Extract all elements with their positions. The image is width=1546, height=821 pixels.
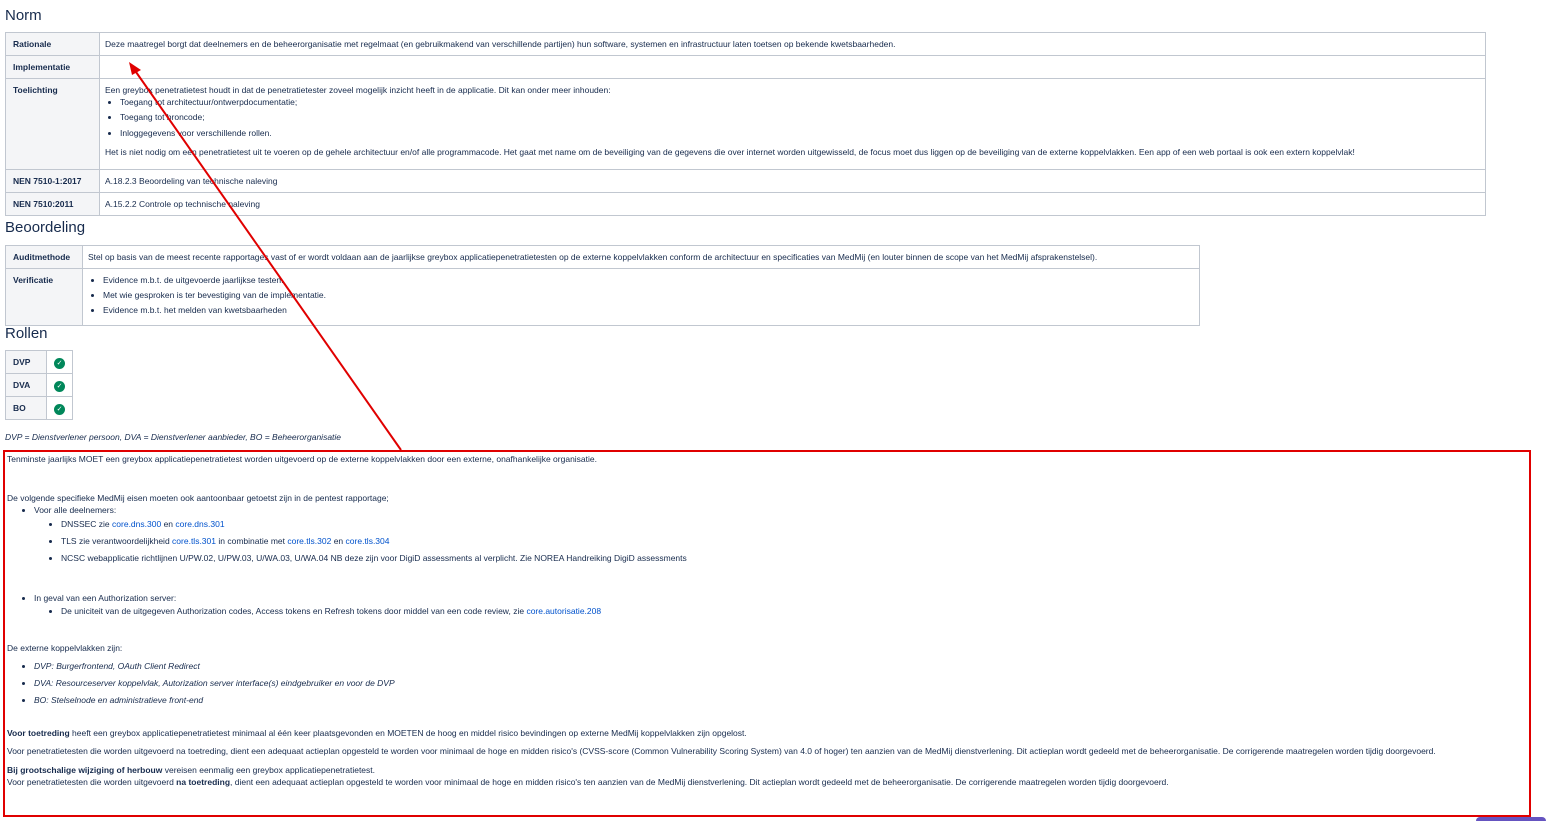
all-participants-label: Voor alle deelnemers: <box>34 505 117 516</box>
table-row: Verificatie Evidence m.b.t. de uitgevoer… <box>5 268 1200 326</box>
table-row: Rationale Deze maatregel borgt dat deeln… <box>5 32 1486 56</box>
wijziging-rest: vereisen eenmalig een greybox applicatie… <box>162 764 376 775</box>
scroll-indicator[interactable] <box>1476 817 1546 821</box>
toetreding-bold: Voor toetreding <box>7 728 70 739</box>
list-item: Toegang tot architectuur/ontwerpdocument… <box>120 97 1480 107</box>
table-row: DVP ✓ <box>5 350 73 374</box>
table-row: Auditmethode Stel op basis van de meest … <box>5 245 1200 269</box>
role-dva-status: ✓ <box>46 373 73 397</box>
last-paragraph: Voor penetratietesten die worden uitgevo… <box>7 777 1529 787</box>
link-core-dns-300[interactable]: core.dns.300 <box>112 519 161 529</box>
wijziging-bold: Bij grootschalige wijziging of herbouw <box>7 764 163 775</box>
toelichting-list: Toegang tot architectuur/ontwerpdocument… <box>105 97 1480 138</box>
last-rest: , dient een adequaat actieplan opgesteld… <box>230 776 1169 787</box>
link-core-autorisatie-208[interactable]: core.autorisatie.208 <box>526 606 601 616</box>
rationale-text: Deze maatregel borgt dat deelnemers en d… <box>99 32 1486 56</box>
tls-and: en <box>333 535 344 546</box>
role-bo: BO <box>5 396 47 420</box>
verificatie-list: Evidence m.b.t. de uitgevoerde jaarlijks… <box>88 275 1194 316</box>
list-item: Evidence m.b.t. de uitgevoerde jaarlijks… <box>103 275 1194 285</box>
row-label-nen2011: NEN 7510:2011 <box>5 192 100 216</box>
dnssec-prefix: DNSSEC zie <box>61 518 110 529</box>
annotation-box: Tenminste jaarlijks MOET een greybox app… <box>3 450 1531 817</box>
requirements-list: Voor alle deelnemers: DNSSEC zie core.dn… <box>7 505 1529 616</box>
auth-text: De uniciteit van de uitgegeven Authoriza… <box>61 606 525 617</box>
rollen-table: DVP ✓ DVA ✓ BO ✓ <box>5 350 73 420</box>
auth-server-label: In geval van een Authorization server: <box>34 593 177 604</box>
annotation-p1: Tenminste jaarlijks MOET een greybox app… <box>7 454 598 464</box>
check-circle-icon: ✓ <box>54 404 65 415</box>
table-row: Toelichting Een greybox penetratietest h… <box>5 78 1486 170</box>
link-core-tls-302[interactable]: core.tls.302 <box>287 536 331 546</box>
list-item: Evidence m.b.t. het melden van kwetsbaar… <box>103 305 1194 315</box>
role-dvp-status: ✓ <box>46 350 73 374</box>
norm-heading: Norm <box>5 7 42 24</box>
table-row: NEN 7510-1:2017 A.18.2.3 Beoordeling van… <box>5 169 1486 193</box>
row-label-nen2017: NEN 7510-1:2017 <box>5 169 100 193</box>
link-core-tls-301[interactable]: core.tls.301 <box>172 536 216 546</box>
list-item: TLS zie verantwoordelijkheid core.tls.30… <box>61 536 1529 546</box>
verificatie-cell: Evidence m.b.t. de uitgevoerde jaarlijks… <box>82 268 1200 326</box>
role-dva: DVA <box>5 373 47 397</box>
koppel-heading: De externe koppelvlakken zijn: <box>7 642 123 653</box>
toetreding-rest: heeft een greybox applicatiepenetratiete… <box>69 728 747 739</box>
row-label-implementatie: Implementatie <box>5 55 100 79</box>
toelichting-intro: Een greybox penetratietest houdt in dat … <box>105 85 611 95</box>
koppel-list: DVP: Burgerfrontend, OAuth Client Redire… <box>7 661 1529 706</box>
dnssec-and: en <box>163 518 174 529</box>
table-row: Implementatie <box>5 55 1486 79</box>
na-toetreding-paragraph: Voor penetratietesten die worden uitgevo… <box>7 746 1436 757</box>
row-label-verificatie: Verificatie <box>5 268 83 326</box>
check-circle-icon: ✓ <box>54 358 65 369</box>
auth-list: De uniciteit van de uitgegeven Authoriza… <box>34 606 1529 616</box>
table-row: BO ✓ <box>5 396 73 420</box>
nen2011-text: A.15.2.2 Controle op technische naleving <box>99 192 1486 216</box>
link-core-tls-304[interactable]: core.tls.304 <box>346 536 390 546</box>
norm-table: Rationale Deze maatregel borgt dat deeln… <box>5 32 1486 216</box>
toelichting-outro: Het is niet nodig om een penetratietest … <box>105 146 1355 157</box>
row-label-toelichting: Toelichting <box>5 78 100 170</box>
list-item: In geval van een Authorization server: D… <box>34 593 1529 616</box>
list-item: Toegang tot broncode; <box>120 112 1480 122</box>
tls-prefix: TLS zie verantwoordelijkheid <box>61 535 170 546</box>
list-item: Met wie gesproken is ter bevestiging van… <box>103 290 1194 300</box>
link-core-dns-301[interactable]: core.dns.301 <box>175 519 224 529</box>
check-circle-icon: ✓ <box>54 381 65 392</box>
nen2017-text: A.18.2.3 Beoordeling van technische nale… <box>99 169 1486 193</box>
list-item: BO: Stelselnode en administratieve front… <box>34 695 1529 705</box>
list-item: DVA: Resourceserver koppelvlak, Autoriza… <box>34 678 1529 688</box>
row-label-rationale: Rationale <box>5 32 100 56</box>
beoordeling-heading: Beoordeling <box>5 219 86 236</box>
list-item: Voor alle deelnemers: DNSSEC zie core.dn… <box>34 505 1529 563</box>
tls-mid: in combinatie met <box>218 535 285 546</box>
list-item: De uniciteit van de uitgegeven Authoriza… <box>61 606 1529 616</box>
table-row: NEN 7510:2011 A.15.2.2 Controle op techn… <box>5 192 1486 216</box>
beoordeling-table: Auditmethode Stel op basis van de meest … <box>5 245 1200 326</box>
role-dvp: DVP <box>5 350 47 374</box>
rollen-legend: DVP = Dienstverlener persoon, DVA = Dien… <box>5 432 342 442</box>
list-item: Inloggegevens voor verschillende rollen. <box>120 128 1480 138</box>
implementatie-text <box>99 55 1486 79</box>
list-item: DNSSEC zie core.dns.300 en core.dns.301 <box>61 519 1529 529</box>
table-row: DVA ✓ <box>5 373 73 397</box>
toelichting-cell: Een greybox penetratietest houdt in dat … <box>99 78 1486 170</box>
annotation-p2: De volgende specifieke MedMij eisen moet… <box>7 493 389 504</box>
rollen-heading: Rollen <box>5 325 48 342</box>
wijziging-paragraph: Bij grootschalige wijziging of herbouw v… <box>7 765 1529 775</box>
last-bold: na toetreding <box>176 776 231 787</box>
role-bo-status: ✓ <box>46 396 73 420</box>
participant-list: DNSSEC zie core.dns.300 en core.dns.301 … <box>34 519 1529 564</box>
row-label-auditmethode: Auditmethode <box>5 245 83 269</box>
last-pre: Voor penetratietesten die worden uitgevo… <box>7 776 177 787</box>
toetreding-paragraph: Voor toetreding heeft een greybox applic… <box>7 728 1529 738</box>
list-item: NCSC webapplicatie richtlijnen U/PW.02, … <box>61 553 1529 563</box>
auditmethode-text: Stel op basis van de meest recente rappo… <box>82 245 1200 269</box>
list-item: DVP: Burgerfrontend, OAuth Client Redire… <box>34 661 1529 671</box>
